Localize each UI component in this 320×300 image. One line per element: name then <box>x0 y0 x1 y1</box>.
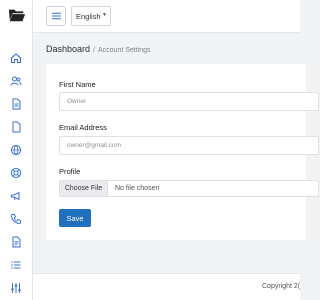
profile-label: Profile <box>59 167 81 176</box>
first-name-placeholder: Owner <box>67 98 87 105</box>
breadcrumb: Dashboard / Account Settings <box>46 44 151 54</box>
menu-toggle-button[interactable] <box>46 6 66 26</box>
save-button[interactable]: Save <box>59 209 91 227</box>
globe-icon[interactable] <box>9 143 23 157</box>
home-icon[interactable] <box>9 51 23 65</box>
topbar: English ▼ <box>33 0 300 33</box>
hamburger-icon <box>51 12 61 20</box>
email-placeholder: owner@gmail.com <box>67 142 121 149</box>
users-icon[interactable] <box>9 74 23 88</box>
account-settings-card: First Name Owner Email Address owner@gma… <box>46 64 319 240</box>
choose-file-button[interactable]: Choose File <box>60 181 108 196</box>
page-icon[interactable] <box>9 235 23 249</box>
megaphone-icon[interactable] <box>9 189 23 203</box>
support-icon[interactable] <box>9 166 23 180</box>
first-name-label: First Name <box>59 80 96 89</box>
breadcrumb-separator: / <box>93 47 95 54</box>
first-name-input[interactable]: Owner <box>59 92 319 111</box>
phone-icon[interactable] <box>9 212 23 226</box>
profile-file-input[interactable]: Choose File No file chosen <box>59 180 319 197</box>
sidebar <box>0 0 33 300</box>
footer: Copyright 2( <box>33 273 300 300</box>
file-icon[interactable] <box>9 120 23 134</box>
breadcrumb-current: Account Settings <box>97 47 151 54</box>
email-input[interactable]: owner@gmail.com <box>59 136 319 155</box>
email-label: Email Address <box>59 123 107 132</box>
language-select[interactable]: English ▼ <box>71 6 111 26</box>
language-value: English <box>76 11 101 21</box>
sliders-icon[interactable] <box>9 281 23 295</box>
folder-open-icon[interactable] <box>8 6 26 24</box>
list-icon[interactable] <box>9 258 23 272</box>
file-status: No file chosen <box>115 185 160 192</box>
caret-down-icon: ▼ <box>102 12 107 18</box>
document-icon[interactable] <box>9 97 23 111</box>
copyright-text: Copyright 2( <box>262 283 301 290</box>
breadcrumb-dashboard[interactable]: Dashboard <box>46 44 90 54</box>
